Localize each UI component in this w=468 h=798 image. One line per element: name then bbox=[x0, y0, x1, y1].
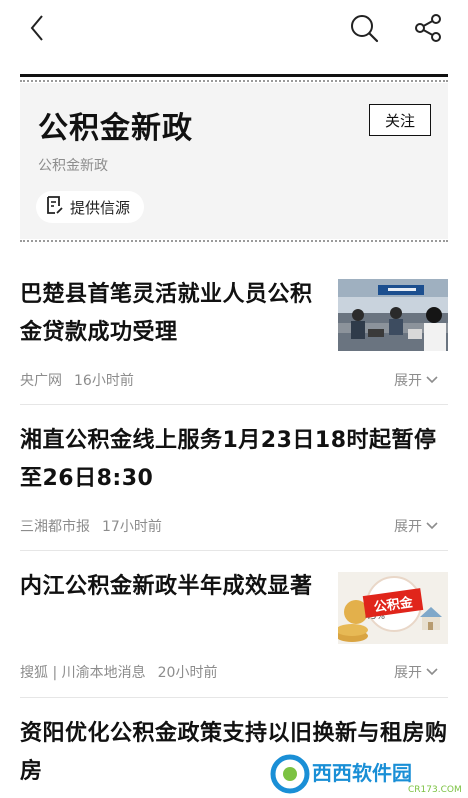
expand-label: 展开 bbox=[394, 373, 422, 389]
top-bar bbox=[0, 0, 468, 56]
news-source: 央广网 bbox=[20, 373, 62, 389]
topic-subtitle: 公积金新政 bbox=[38, 158, 108, 174]
news-time: 17小时前 bbox=[102, 519, 162, 535]
chevron-down-icon bbox=[426, 372, 438, 388]
provide-source-button[interactable]: 提供信源 bbox=[36, 191, 145, 223]
news-meta: 央广网 16小时前 bbox=[20, 370, 134, 390]
provide-source-label: 提供信源 bbox=[70, 198, 131, 217]
follow-button[interactable]: 关注 bbox=[369, 104, 431, 136]
watermark-url: CR173.COM bbox=[408, 785, 462, 795]
news-thumbnail-image[interactable] bbox=[338, 279, 448, 351]
header-rule bbox=[20, 74, 448, 77]
expand-button[interactable]: 展开 bbox=[394, 370, 466, 390]
document-edit-icon bbox=[46, 195, 64, 219]
news-source: 三湘都市报 bbox=[20, 519, 90, 535]
news-title[interactable]: 内江公积金新政半年成效显著 bbox=[20, 568, 316, 606]
news-time: 16小时前 bbox=[74, 373, 134, 389]
news-item[interactable]: 湘直公积金线上服务1月23日18时起暂停至26日8:30 bbox=[20, 422, 448, 498]
topic-card-dotted-rule bbox=[20, 240, 448, 242]
expand-label: 展开 bbox=[394, 519, 422, 535]
share-icon[interactable] bbox=[408, 8, 448, 48]
news-meta: 搜狐 | 川渝本地消息 20小时前 bbox=[20, 662, 217, 682]
news-time: 20小时前 bbox=[157, 665, 218, 681]
news-divider bbox=[20, 404, 448, 405]
chevron-down-icon bbox=[426, 664, 438, 680]
topic-card: 公积金新政 关注 公积金新政 提供信源 bbox=[20, 83, 448, 239]
header-dotted-rule bbox=[20, 80, 448, 82]
watermark-logo: 西西软件园 CR173.COM bbox=[268, 752, 466, 796]
news-source: 搜狐 | 川渝本地消息 bbox=[20, 665, 146, 681]
news-meta: 三湘都市报 17小时前 bbox=[20, 516, 162, 536]
expand-button[interactable]: 展开 bbox=[394, 516, 466, 536]
back-icon[interactable] bbox=[18, 8, 58, 48]
news-item[interactable]: 巴楚县首笔灵活就业人员公积金贷款成功受理 bbox=[20, 276, 448, 352]
expand-label: 展开 bbox=[394, 665, 422, 681]
news-thumbnail-image[interactable]: 45% 公积金 bbox=[338, 572, 448, 644]
news-title[interactable]: 湘直公积金线上服务1月23日18时起暂停至26日8:30 bbox=[20, 422, 448, 498]
news-divider bbox=[20, 550, 448, 551]
watermark-text: 西西软件园 bbox=[312, 761, 412, 785]
news-divider bbox=[20, 697, 448, 698]
news-title[interactable]: 巴楚县首笔灵活就业人员公积金贷款成功受理 bbox=[20, 276, 316, 352]
expand-button[interactable]: 展开 bbox=[394, 662, 466, 682]
chevron-down-icon bbox=[426, 518, 438, 534]
search-icon[interactable] bbox=[344, 8, 384, 48]
topic-title: 公积金新政 bbox=[38, 111, 193, 146]
news-item[interactable]: 内江公积金新政半年成效显著 45% 公积金 bbox=[20, 568, 448, 644]
